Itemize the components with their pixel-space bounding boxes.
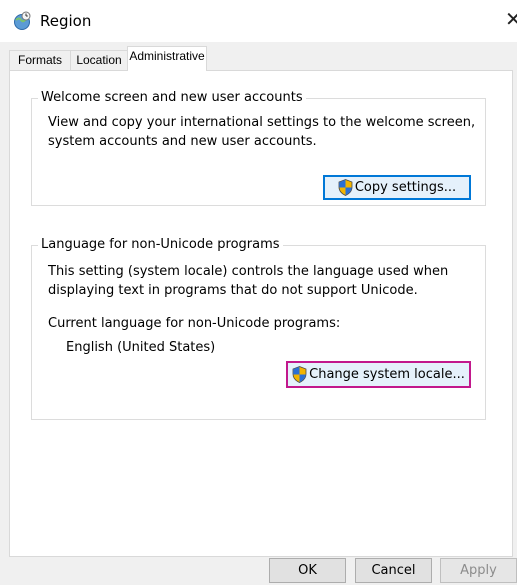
uac-shield-icon: [338, 179, 353, 196]
title-bar[interactable]: Region ✕: [0, 0, 517, 42]
copy-settings-button[interactable]: Copy settings...: [323, 175, 471, 200]
change-system-locale-button[interactable]: Change system locale...: [286, 361, 471, 388]
copy-settings-label: Copy settings...: [354, 180, 457, 195]
ok-button[interactable]: OK: [269, 558, 346, 583]
tab-administrative[interactable]: Administrative: [127, 46, 207, 71]
uac-shield-icon: [292, 366, 307, 383]
tab-location[interactable]: Location: [70, 50, 128, 70]
close-icon[interactable]: ✕: [505, 8, 517, 30]
cancel-button[interactable]: Cancel: [355, 558, 432, 583]
current-language-label: Current language for non-Unicode program…: [48, 316, 341, 331]
change-system-locale-label: Change system locale...: [309, 367, 465, 382]
current-language-value: English (United States): [66, 340, 216, 355]
region-icon: [14, 11, 31, 30]
welcome-description: View and copy your international setting…: [48, 115, 476, 149]
welcome-group-title: Welcome screen and new user accounts: [38, 89, 306, 107]
window-title: Region: [40, 12, 92, 30]
system-locale-description: This setting (system locale) controls th…: [48, 264, 449, 298]
non-unicode-group-title: Language for non-Unicode programs: [38, 236, 283, 254]
apply-button[interactable]: Apply: [440, 558, 517, 583]
tab-formats[interactable]: Formats: [9, 50, 71, 70]
